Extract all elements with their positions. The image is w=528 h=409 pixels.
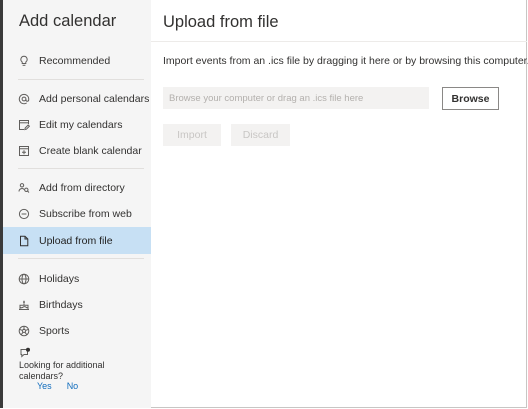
sidebar-item-label: Subscribe from web bbox=[39, 207, 132, 220]
sidebar-item-subscribe-from-web[interactable]: Subscribe from web bbox=[3, 200, 151, 227]
feedback-yes-link[interactable]: Yes bbox=[37, 381, 52, 391]
sidebar-divider bbox=[18, 79, 144, 80]
sidebar-title: Add calendar bbox=[19, 12, 117, 30]
cake-icon bbox=[18, 299, 30, 311]
sidebar-item-label: Birthdays bbox=[39, 298, 83, 311]
sidebar-item-label: Add personal calendars bbox=[39, 92, 150, 105]
page-title: Upload from file bbox=[163, 13, 279, 31]
sidebar-item-label: Holidays bbox=[39, 272, 80, 285]
sports-ball-icon bbox=[18, 325, 30, 337]
sidebar-item-birthdays[interactable]: Birthdays bbox=[3, 291, 151, 318]
sidebar-divider bbox=[18, 258, 144, 259]
sidebar-item-create-blank-calendar[interactable]: Create blank calendar bbox=[3, 137, 151, 164]
sidebar-item-add-from-directory[interactable]: Add from directory bbox=[3, 174, 151, 201]
main-panel: Upload from file Import events from an .… bbox=[151, 0, 528, 408]
sidebar-item-sports[interactable]: Sports bbox=[3, 317, 151, 344]
sidebar-item-label: Create blank calendar bbox=[39, 144, 142, 157]
import-button[interactable]: Import bbox=[163, 124, 221, 146]
browse-button[interactable]: Browse bbox=[442, 87, 499, 110]
link-icon bbox=[18, 208, 30, 220]
globe-icon bbox=[18, 273, 30, 285]
discard-button[interactable]: Discard bbox=[231, 124, 290, 146]
sidebar-item-upload-from-file[interactable]: Upload from file bbox=[3, 227, 151, 254]
sidebar-item-add-personal-calendars[interactable]: Add personal calendars bbox=[3, 85, 151, 112]
calendar-add-icon bbox=[18, 145, 30, 157]
sidebar-item-edit-my-calendars[interactable]: Edit my calendars bbox=[3, 111, 151, 138]
sidebar-item-label: Add from directory bbox=[39, 181, 125, 194]
lightbulb-icon bbox=[18, 55, 30, 67]
document-icon bbox=[18, 235, 30, 247]
sidebar: Add calendar Recommended Add personal ca… bbox=[0, 0, 151, 408]
sidebar-item-label: Sports bbox=[39, 324, 70, 337]
calendar-edit-icon bbox=[18, 119, 30, 131]
sidebar-item-label: Edit my calendars bbox=[39, 118, 123, 131]
sidebar-item-label: Upload from file bbox=[39, 234, 113, 247]
upload-description: Import events from an .ics file by dragg… bbox=[163, 55, 528, 67]
feedback-icon bbox=[19, 346, 31, 358]
people-search-icon bbox=[18, 182, 30, 194]
file-drop-input[interactable] bbox=[163, 87, 429, 109]
additional-calendars-question: Looking for additional calendars? bbox=[19, 360, 105, 381]
sidebar-item-holidays[interactable]: Holidays bbox=[3, 265, 151, 292]
sidebar-item-label: Recommended bbox=[39, 54, 111, 67]
sidebar-divider bbox=[18, 168, 144, 169]
feedback-no-link[interactable]: No bbox=[67, 381, 79, 391]
header-divider bbox=[151, 41, 527, 42]
sidebar-item-recommended[interactable]: Recommended bbox=[3, 47, 151, 74]
at-sign-icon bbox=[18, 93, 30, 105]
feedback-links: Yes No bbox=[37, 381, 78, 391]
